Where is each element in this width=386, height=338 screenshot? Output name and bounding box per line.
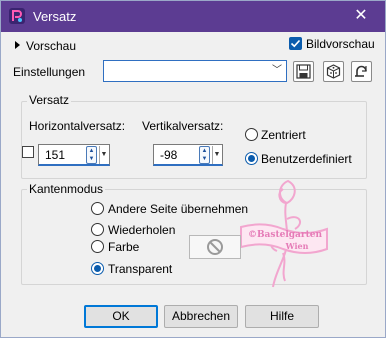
save-icon <box>296 64 311 79</box>
offset-checkbox[interactable] <box>22 146 34 158</box>
edge-option-label: Wiederholen <box>108 223 176 237</box>
image-preview-label: Bildvorschau <box>306 37 375 51</box>
horizontal-dropdown-icon[interactable]: ▼ <box>99 146 108 164</box>
edge-mode-group-label: Kantenmodus <box>27 182 106 196</box>
watermark-line-1: ©Bastelgarten <box>248 230 323 240</box>
chevron-down-icon[interactable]: ﹀ <box>270 63 284 79</box>
edge-option-label: Andere Seite übernehmen <box>108 202 249 216</box>
cancel-button[interactable]: Abbrechen <box>164 305 238 328</box>
radio-unchecked-icon <box>91 240 104 253</box>
vertical-offset-spinner[interactable]: -98 ▲ ▼ ▼ <box>153 144 223 166</box>
window-title: Versatz <box>33 9 77 24</box>
radio-checked-icon <box>245 152 258 165</box>
reset-button[interactable] <box>351 61 372 82</box>
edge-option-label: Farbe <box>108 240 140 254</box>
randomize-icon <box>326 64 341 79</box>
close-button[interactable]: ✕ <box>341 1 381 32</box>
horizontal-offset-value[interactable]: 151 <box>45 148 65 162</box>
settings-label: Einstellungen <box>13 65 86 79</box>
horizontal-offset-label: Horizontalversatz: <box>29 119 126 133</box>
offset-group-label: Versatz <box>27 93 72 107</box>
watermark-flower-logo: ©Bastelgarten Wien <box>240 179 328 288</box>
horizontal-offset-spinner[interactable]: 151 ▲ ▼ ▼ <box>38 144 110 166</box>
dialog-window: Versatz ✕ Vorschau Bildvorschau Einstell… <box>0 0 386 338</box>
reset-icon <box>355 65 367 77</box>
no-color-icon <box>207 239 223 255</box>
centered-label: Zentriert <box>261 128 306 142</box>
checkmark-icon <box>289 37 302 50</box>
watermark-line-2: Wien <box>285 241 309 251</box>
image-preview-checkbox[interactable]: Bildvorschau <box>289 37 375 51</box>
close-icon: ✕ <box>354 7 368 24</box>
horizontal-spin-arrows[interactable]: ▲ ▼ <box>86 146 97 164</box>
edge-option-label: Transparent <box>108 262 173 276</box>
radio-unchecked-icon <box>245 128 258 141</box>
vertical-spin-arrows[interactable]: ▲ ▼ <box>199 146 210 164</box>
settings-combobox[interactable]: ﹀ <box>103 60 287 82</box>
vertical-offset-label: Vertikalversatz: <box>142 119 224 133</box>
help-button[interactable]: Hilfe <box>245 305 319 328</box>
edge-color-swatch[interactable] <box>189 235 241 259</box>
vertical-offset-value[interactable]: -98 <box>160 148 177 162</box>
ok-button[interactable]: OK <box>84 305 158 328</box>
custom-label: Benutzerdefiniert <box>261 152 352 166</box>
triangle-right-icon <box>15 41 20 49</box>
offset-group <box>21 101 367 179</box>
randomize-button[interactable] <box>323 61 344 82</box>
radio-unchecked-icon <box>91 202 104 215</box>
preview-label: Vorschau <box>26 39 77 53</box>
title-bar[interactable]: Versatz ✕ <box>1 1 385 32</box>
save-preset-button[interactable] <box>293 61 314 82</box>
radio-checked-icon <box>91 262 104 275</box>
vertical-dropdown-icon[interactable]: ▼ <box>212 146 221 164</box>
preview-toggle[interactable]: Vorschau <box>15 39 76 53</box>
radio-unchecked-icon <box>91 223 104 236</box>
app-icon <box>9 8 25 24</box>
